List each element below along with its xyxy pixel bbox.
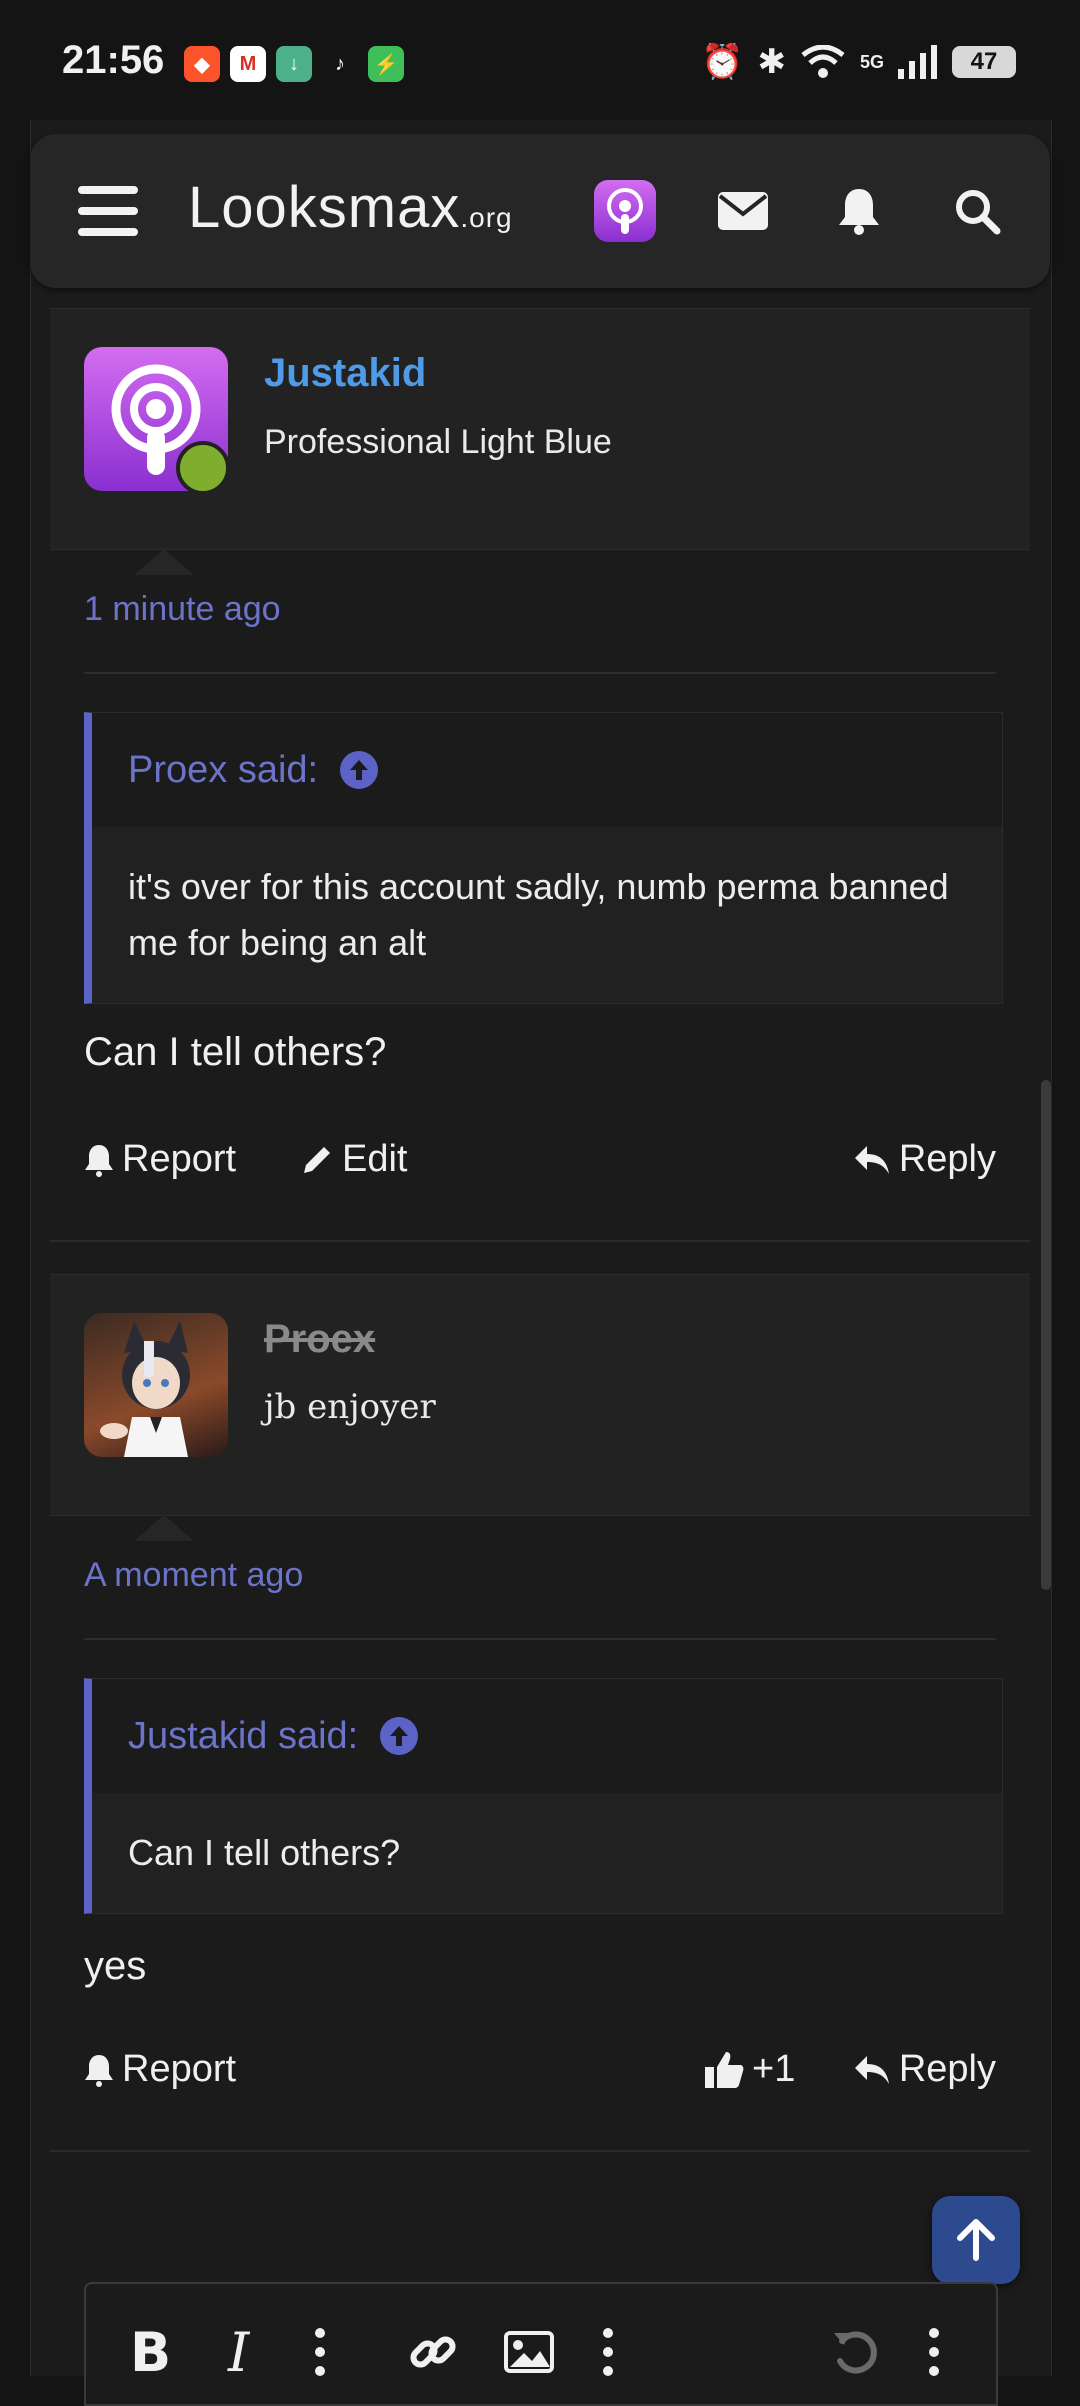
like-count: +1 bbox=[752, 2048, 796, 2090]
edit-button[interactable]: Edit bbox=[300, 1138, 407, 1181]
bold-icon[interactable]: B bbox=[130, 2321, 171, 2384]
signal-icon bbox=[898, 45, 937, 79]
status-bar: 21:56 ◆ M ↓ ♪ ⚡ ⏰ ✱ 5G 47 bbox=[0, 0, 1080, 120]
user-block-notch bbox=[134, 549, 194, 575]
thumbs-up-icon bbox=[705, 2051, 744, 2088]
post-separator bbox=[50, 2150, 1030, 2152]
site-logo[interactable]: Looksmax.org bbox=[188, 174, 513, 241]
divider bbox=[84, 1638, 996, 1640]
system-icons: ⏰ ✱ 5G 47 bbox=[701, 42, 1016, 82]
hamburger-menu-icon[interactable] bbox=[78, 186, 138, 236]
tiktok-icon: ♪ bbox=[322, 46, 358, 82]
italic-icon[interactable]: I bbox=[228, 2321, 249, 2384]
battery-indicator: 47 bbox=[952, 46, 1016, 78]
quote-author[interactable]: Proex said: bbox=[128, 749, 318, 792]
brave-icon: ◆ bbox=[184, 46, 220, 82]
bluetooth-icon: ✱ bbox=[757, 43, 786, 81]
quote-block: Proex said: it's over for this account s… bbox=[84, 712, 1003, 1004]
user-block-notch bbox=[134, 1515, 194, 1541]
post-separator bbox=[50, 1240, 1030, 1242]
scrollbar[interactable] bbox=[1041, 1080, 1051, 1590]
anime-avatar-image bbox=[100, 1321, 190, 1457]
username-banned[interactable]: Proex bbox=[264, 1317, 375, 1362]
more-options-icon[interactable] bbox=[314, 2322, 326, 2382]
podcast-icon[interactable] bbox=[594, 180, 656, 242]
post-proex: Proex jb enjoyer A moment ago Justakid s… bbox=[50, 1274, 1030, 2154]
reply-label: Reply bbox=[898, 2048, 996, 2090]
post-message: yes bbox=[84, 1944, 147, 1988]
more-insert-icon[interactable] bbox=[602, 2322, 614, 2382]
scroll-to-top-button[interactable] bbox=[932, 2196, 1020, 2284]
post-timestamp[interactable]: A moment ago bbox=[84, 1556, 303, 1595]
notification-icons: ◆ M ↓ ♪ ⚡ bbox=[184, 46, 404, 82]
report-button[interactable]: Report bbox=[84, 1138, 236, 1181]
reply-button[interactable]: Reply bbox=[853, 2048, 996, 2091]
undo-icon[interactable] bbox=[830, 2322, 880, 2382]
quote-block: Justakid said: Can I tell others? bbox=[84, 1678, 1003, 1914]
divider bbox=[84, 672, 996, 674]
report-button[interactable]: Report bbox=[84, 2048, 236, 2091]
online-status-indicator bbox=[176, 441, 230, 495]
username[interactable]: Justakid bbox=[264, 351, 426, 396]
quote-header[interactable]: Proex said: bbox=[92, 713, 1002, 827]
shield-icon: ⚡ bbox=[368, 46, 404, 82]
post-justakid: Justakid Professional Light Blue 1 minut… bbox=[50, 308, 1030, 1242]
reply-button[interactable]: Reply bbox=[853, 1138, 996, 1181]
network-type: 5G bbox=[859, 51, 884, 72]
post-actions: Report +1 Reply bbox=[84, 2048, 996, 2108]
reply-arrow-icon bbox=[854, 1145, 889, 1174]
report-label: Report bbox=[122, 2048, 237, 2090]
alarm-icon: ⏰ bbox=[701, 43, 744, 81]
user-title: Professional Light Blue bbox=[264, 423, 612, 461]
post-message: Can I tell others? bbox=[84, 1030, 387, 1074]
pencil-icon bbox=[304, 1146, 330, 1173]
post-timestamp[interactable]: 1 minute ago bbox=[84, 590, 281, 629]
quote-header[interactable]: Justakid said: bbox=[92, 1679, 1002, 1793]
bell-icon bbox=[85, 2054, 113, 2087]
post-user-block: Justakid Professional Light Blue bbox=[50, 308, 1030, 575]
logo-suffix: .org bbox=[460, 202, 513, 233]
report-label: Report bbox=[122, 1138, 237, 1180]
like-button[interactable]: +1 bbox=[704, 2048, 795, 2091]
site-header: Looksmax.org bbox=[30, 134, 1050, 288]
user-title: jb enjoyer bbox=[264, 1387, 436, 1427]
jump-to-quote-icon[interactable] bbox=[340, 751, 379, 789]
gmail-icon: M bbox=[230, 46, 266, 82]
notifications-bell-icon[interactable] bbox=[828, 180, 890, 242]
download-icon: ↓ bbox=[276, 46, 312, 82]
quote-text: it's over for this account sadly, numb p… bbox=[128, 866, 949, 963]
arrow-up-icon bbox=[957, 2219, 995, 2261]
post-user-block: Proex jb enjoyer bbox=[50, 1274, 1030, 1541]
post-actions: Report Edit Reply bbox=[84, 1138, 996, 1198]
quote-author[interactable]: Justakid said: bbox=[128, 1715, 358, 1758]
jump-to-quote-icon[interactable] bbox=[380, 1717, 419, 1755]
bell-icon bbox=[85, 1144, 113, 1177]
avatar[interactable] bbox=[84, 1313, 228, 1457]
editor-options-icon[interactable] bbox=[928, 2322, 940, 2382]
status-time: 21:56 bbox=[62, 38, 165, 82]
edit-label: Edit bbox=[342, 1138, 408, 1180]
search-icon[interactable] bbox=[946, 180, 1008, 242]
reply-label: Reply bbox=[898, 1138, 996, 1180]
quote-text: Can I tell others? bbox=[128, 1832, 401, 1873]
image-icon[interactable] bbox=[504, 2322, 554, 2382]
reply-arrow-icon bbox=[854, 2055, 889, 2084]
wifi-icon bbox=[801, 45, 845, 78]
link-icon[interactable] bbox=[408, 2322, 458, 2382]
reply-editor-toolbar: B I bbox=[84, 2282, 998, 2406]
messages-icon[interactable] bbox=[712, 180, 774, 242]
logo-main: Looksmax bbox=[188, 175, 461, 240]
